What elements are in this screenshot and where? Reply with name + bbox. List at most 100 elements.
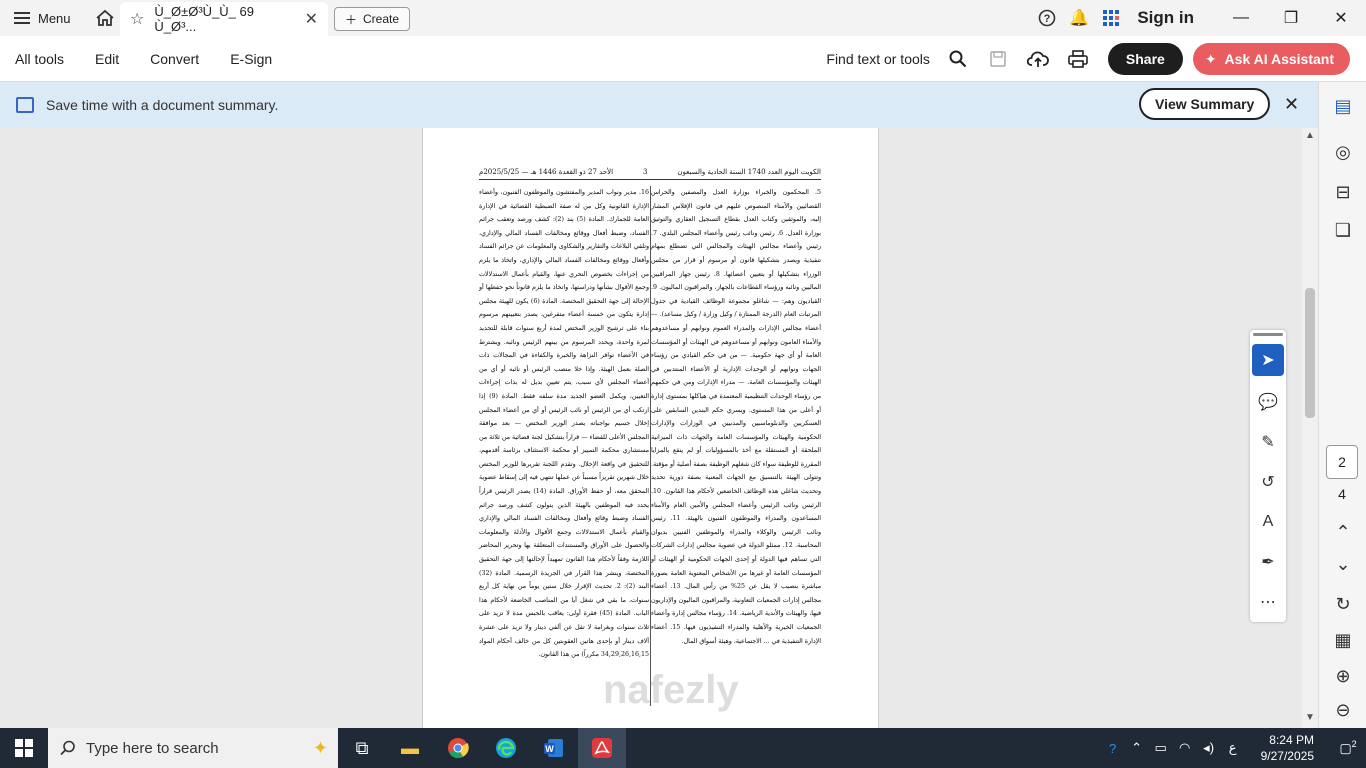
page-thumbnail-icon[interactable]: ▦	[1319, 630, 1366, 651]
taskbar-search-placeholder: Type here to search	[86, 739, 219, 757]
ai-assistant-label: Ask AI Assistant	[1224, 51, 1334, 67]
search-icon	[60, 740, 75, 756]
hamburger-icon	[14, 12, 30, 24]
menu-label: Menu	[38, 10, 71, 26]
start-button[interactable]	[0, 728, 48, 768]
drag-handle[interactable]	[1253, 333, 1283, 336]
banner-text: Save time with a document summary.	[46, 97, 279, 113]
language-indicator[interactable]: ع	[1221, 740, 1245, 756]
highlight-pen-icon[interactable]: ✎	[1252, 426, 1284, 458]
notification-bell-icon[interactable]: 🔔	[1063, 0, 1095, 36]
document-viewport[interactable]: الكويت اليوم العدد 1740 السنة الحادية وا…	[0, 128, 1318, 728]
header-right: الكويت اليوم العدد 1740 السنة الحادية وا…	[677, 168, 821, 176]
tab-title: Ù_Ø±Ø³Ù_Ù_ 69 Ù_Ø³...	[154, 4, 254, 34]
minimize-icon[interactable]: —	[1216, 0, 1266, 36]
taskbar-search[interactable]: Type here to search ✦	[48, 728, 338, 768]
print-icon[interactable]	[1058, 36, 1098, 82]
create-label: Create	[363, 12, 400, 26]
word-icon[interactable]: W	[530, 728, 578, 768]
text-box-icon[interactable]: A	[1252, 506, 1284, 538]
scroll-thumb[interactable]	[1305, 288, 1315, 418]
copy-pages-icon[interactable]: ❏	[1319, 220, 1366, 241]
edge-icon[interactable]	[482, 728, 530, 768]
menu-esign[interactable]: E-Sign	[215, 51, 288, 67]
menu-all-tools[interactable]: All tools	[0, 51, 80, 67]
total-pages-label: 4	[1338, 486, 1346, 502]
bookmarks-panel-icon[interactable]: ⊟	[1319, 182, 1366, 203]
star-icon[interactable]: ☆	[130, 9, 144, 29]
sign-in-button[interactable]: Sign in	[1127, 8, 1216, 28]
plus-icon: ＋	[345, 12, 358, 27]
scroll-down-icon[interactable]: ▼	[1305, 712, 1315, 723]
zoom-in-icon[interactable]: ⊕	[1319, 666, 1366, 687]
text-column-right: 5. المحكمون والخبراء بوزارة العدل والمصف…	[650, 189, 822, 645]
svg-text:?: ?	[1044, 13, 1051, 25]
windows-logo-icon	[15, 739, 33, 757]
view-summary-button[interactable]: View Summary	[1139, 88, 1271, 120]
pdf-page: الكويت اليوم العدد 1740 السنة الحادية وا…	[422, 128, 879, 728]
quick-tools-pane: ➤ 💬 ✎ ↺ A ✒ ⋯	[1250, 330, 1286, 622]
clock-time: 8:24 PM	[1269, 733, 1314, 747]
menu-convert[interactable]: Convert	[135, 51, 215, 67]
clock[interactable]: 8:24 PM 9/27/2025	[1245, 732, 1330, 764]
wifi-icon[interactable]: ◠	[1173, 740, 1197, 756]
rotate-icon[interactable]: ↻	[1319, 594, 1366, 615]
scroll-up-icon[interactable]: ▲	[1305, 130, 1315, 141]
home-icon	[95, 9, 114, 26]
search-highlight-icon: ✦	[312, 737, 328, 758]
apps-grid-icon[interactable]	[1095, 0, 1127, 36]
ask-ai-assistant-button[interactable]: ✦ Ask AI Assistant	[1192, 43, 1350, 75]
page-down-icon[interactable]: ⌄	[1319, 554, 1366, 575]
page-header: الكويت اليوم العدد 1740 السنة الحادية وا…	[479, 168, 821, 180]
create-button[interactable]: ＋ Create	[334, 7, 411, 31]
windows-taskbar: Type here to search ✦ ⧉ ▬ W ? ⌃ ▭ ◠ ◂) ع…	[0, 728, 1366, 768]
watermark: nafezly	[603, 668, 739, 712]
comments-panel-icon[interactable]: ◎	[1319, 142, 1366, 163]
help-icon[interactable]: ?	[1031, 0, 1063, 36]
clock-date: 9/27/2025	[1260, 749, 1314, 763]
summary-doc-icon	[16, 97, 34, 113]
chrome-icon[interactable]	[434, 728, 482, 768]
ai-assistant-icon: ✦	[1204, 50, 1217, 67]
system-tray: ? ⌃ ▭ ◠ ◂) ع 8:24 PM 9/27/2025 ▢2	[1101, 728, 1366, 768]
document-tab[interactable]: ☆ Ù_Ø±Ø³Ù_Ù_ 69 Ù_Ø³... ✕	[120, 2, 328, 36]
window-close-icon[interactable]: ✕	[1316, 0, 1366, 36]
share-button[interactable]: Share	[1107, 43, 1183, 75]
home-button[interactable]	[85, 0, 125, 36]
chevron-up-icon[interactable]: ⌃	[1125, 740, 1149, 756]
select-cursor-icon[interactable]: ➤	[1252, 344, 1284, 376]
menu-button[interactable]: Menu	[0, 0, 85, 36]
summary-banner: Save time with a document summary. View …	[0, 82, 1318, 128]
fill-sign-icon[interactable]: ✒	[1252, 546, 1284, 578]
save-icon[interactable]	[978, 36, 1018, 82]
header-page-number: 3	[643, 168, 648, 176]
file-explorer-icon[interactable]: ▬	[386, 728, 434, 768]
volume-icon[interactable]: ◂)	[1197, 740, 1221, 756]
upload-cloud-icon[interactable]	[1018, 36, 1058, 82]
zoom-out-icon[interactable]: ⊖	[1319, 700, 1366, 721]
task-view-icon[interactable]: ⧉	[338, 728, 386, 768]
current-page-field[interactable]: 2	[1326, 445, 1358, 479]
main-toolbar: All tools Edit Convert E-Sign Find text …	[0, 36, 1366, 82]
banner-close-icon[interactable]: ✕	[1284, 94, 1299, 115]
help-circle-icon[interactable]: ?	[1101, 741, 1125, 756]
ai-summary-panel-icon[interactable]: ▤	[1319, 96, 1366, 117]
menu-edit[interactable]: Edit	[80, 51, 135, 67]
notification-count: 2	[1351, 739, 1357, 750]
tab-close-icon[interactable]: ✕	[305, 9, 318, 29]
battery-icon[interactable]: ▭	[1149, 740, 1173, 756]
title-bar: Menu ☆ Ù_Ø±Ø³Ù_Ù_ 69 Ù_Ø³... ✕ ＋ Create …	[0, 0, 1366, 36]
comment-icon[interactable]: 💬	[1252, 386, 1284, 418]
restore-icon[interactable]: ❐	[1266, 0, 1316, 36]
more-tools-icon[interactable]: ⋯	[1252, 586, 1284, 618]
search-icon[interactable]	[938, 36, 978, 82]
notification-center-icon[interactable]: ▢2	[1330, 739, 1366, 756]
text-column-left: 16. مدير ونواب المدير والمفتشون والموظفو…	[479, 189, 649, 659]
vertical-scrollbar[interactable]: ▲ ▼	[1302, 128, 1318, 728]
acrobat-icon[interactable]	[578, 728, 626, 768]
svg-text:W: W	[545, 744, 554, 754]
draw-freehand-icon[interactable]: ↺	[1252, 466, 1284, 498]
page-up-icon[interactable]: ⌃	[1319, 522, 1366, 543]
column-divider	[650, 186, 651, 706]
find-text-label[interactable]: Find text or tools	[826, 51, 930, 67]
